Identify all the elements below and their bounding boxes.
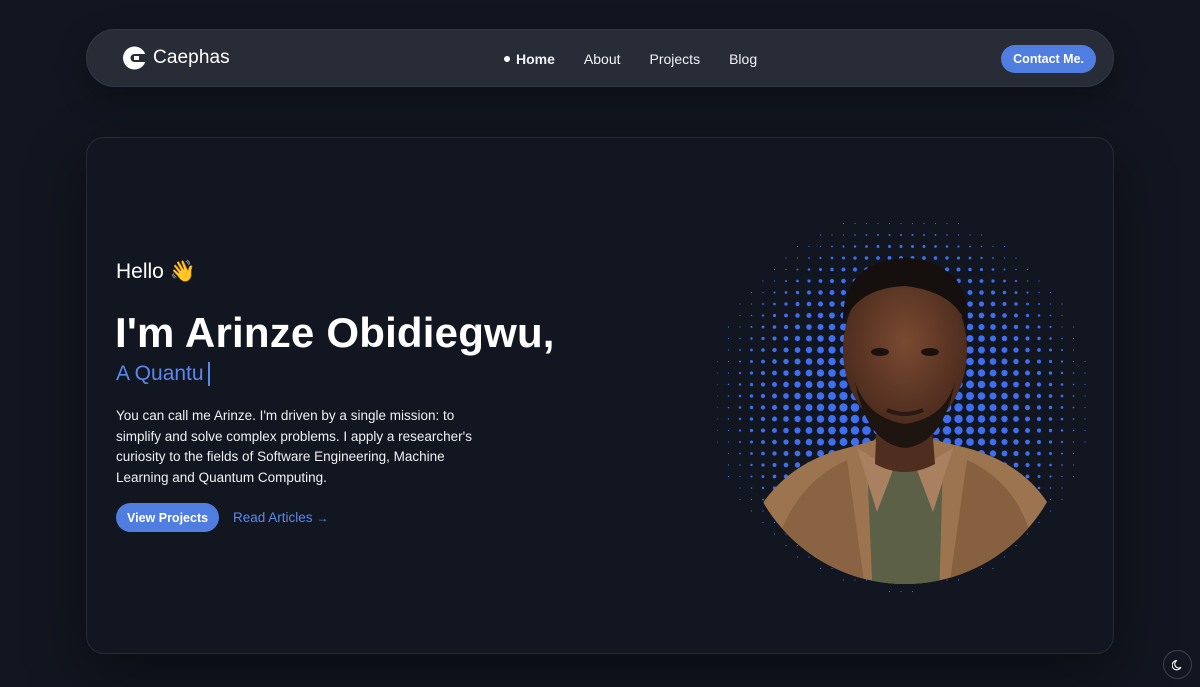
nav-item-label: Projects: [649, 51, 701, 67]
nav-item-label: About: [583, 51, 621, 67]
active-dot-icon: [504, 56, 510, 62]
theme-toggle-button[interactable]: [1163, 650, 1192, 679]
halftone-dots-portrait: [717, 222, 1086, 593]
read-articles-link[interactable]: Read Articles →: [233, 503, 329, 532]
typed-role-text: A Quantu: [116, 362, 204, 385]
hero-card: Hello 👋 I'm Arinze Obidiegwu, A Quantu Y…: [86, 137, 1114, 654]
typed-role: A Quantu: [116, 362, 210, 386]
caephas-logo-icon: [123, 46, 147, 70]
brand-name: Caephas: [153, 47, 230, 68]
nav-links: Home About Projects Blog: [504, 30, 757, 88]
nav-item-about[interactable]: About: [584, 51, 621, 67]
view-projects-button[interactable]: View Projects: [116, 503, 220, 532]
nav-item-home[interactable]: Home: [504, 51, 555, 67]
brand[interactable]: Caephas: [121, 43, 230, 73]
nav-item-blog[interactable]: Blog: [729, 51, 757, 67]
read-articles-label: Read Articles: [233, 510, 313, 525]
arrow-right-icon: →: [316, 510, 329, 525]
nav-item-label: Home: [516, 51, 555, 67]
nav-item-projects[interactable]: Projects: [650, 51, 701, 67]
contact-button[interactable]: Contact Me.: [1001, 45, 1096, 73]
greeting: Hello 👋: [116, 260, 196, 283]
navbar: Caephas Home About Projects Blog Contact…: [86, 29, 1114, 87]
moon-icon: [1171, 659, 1181, 670]
portrait: [717, 212, 1091, 602]
typing-caret: [207, 362, 210, 386]
hero-bio: You can call me Arinze. I'm driven by a …: [116, 408, 472, 485]
hero-title: I'm Arinze Obidiegwu,: [115, 309, 555, 356]
nav-item-label: Blog: [729, 51, 758, 67]
